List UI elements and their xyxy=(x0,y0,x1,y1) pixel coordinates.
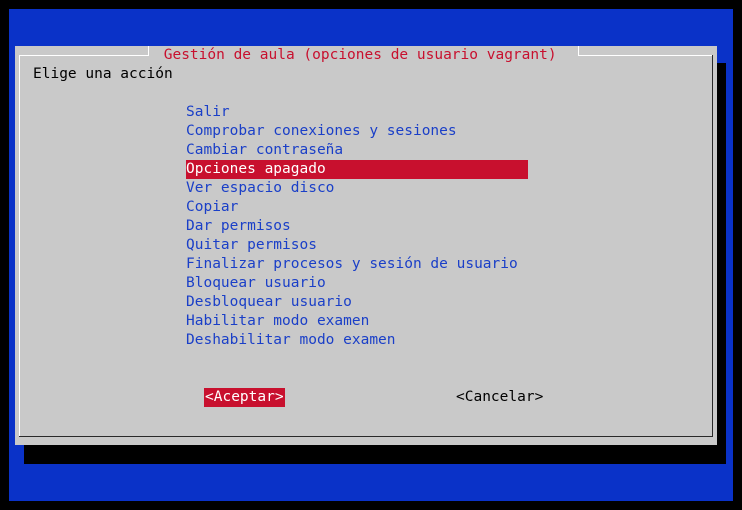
frame-line xyxy=(148,46,149,55)
menu-item-opciones-apagado[interactable]: Opciones apagado xyxy=(186,160,528,179)
menu-item-bloquear-usuario[interactable]: Bloquear usuario xyxy=(186,274,528,293)
frame-line xyxy=(578,46,579,55)
frame-line xyxy=(712,55,713,436)
menu-item-comprobar-conexiones[interactable]: Comprobar conexiones y sesiones xyxy=(186,122,528,141)
menu-dialog: Gestión de aula (opciones de usuario vag… xyxy=(15,46,717,445)
frame-line xyxy=(19,55,149,56)
menu-item-habilitar-modo-examen[interactable]: Habilitar modo examen xyxy=(186,312,528,331)
action-menu: Salir Comprobar conexiones y sesiones Ca… xyxy=(186,103,528,350)
menu-item-dar-permisos[interactable]: Dar permisos xyxy=(186,217,528,236)
menu-item-salir[interactable]: Salir xyxy=(186,103,528,122)
dialog-title: Gestión de aula (opciones de usuario vag… xyxy=(155,47,566,63)
cancel-button[interactable]: <Cancelar> xyxy=(455,388,544,407)
frame-line xyxy=(578,55,713,56)
dialog-prompt: Elige una acción xyxy=(33,66,173,82)
menu-item-finalizar-procesos[interactable]: Finalizar procesos y sesión de usuario xyxy=(186,255,528,274)
frame-line xyxy=(19,436,713,437)
menu-item-quitar-permisos[interactable]: Quitar permisos xyxy=(186,236,528,255)
menu-item-deshabilitar-modo-examen[interactable]: Deshabilitar modo examen xyxy=(186,331,528,350)
frame-line xyxy=(19,55,20,436)
menu-item-cambiar-contrasena[interactable]: Cambiar contraseña xyxy=(186,141,528,160)
menu-item-ver-espacio-disco[interactable]: Ver espacio disco xyxy=(186,179,528,198)
accept-button[interactable]: <Aceptar> xyxy=(204,388,285,407)
menu-item-copiar[interactable]: Copiar xyxy=(186,198,528,217)
menu-item-desbloquear-usuario[interactable]: Desbloquear usuario xyxy=(186,293,528,312)
